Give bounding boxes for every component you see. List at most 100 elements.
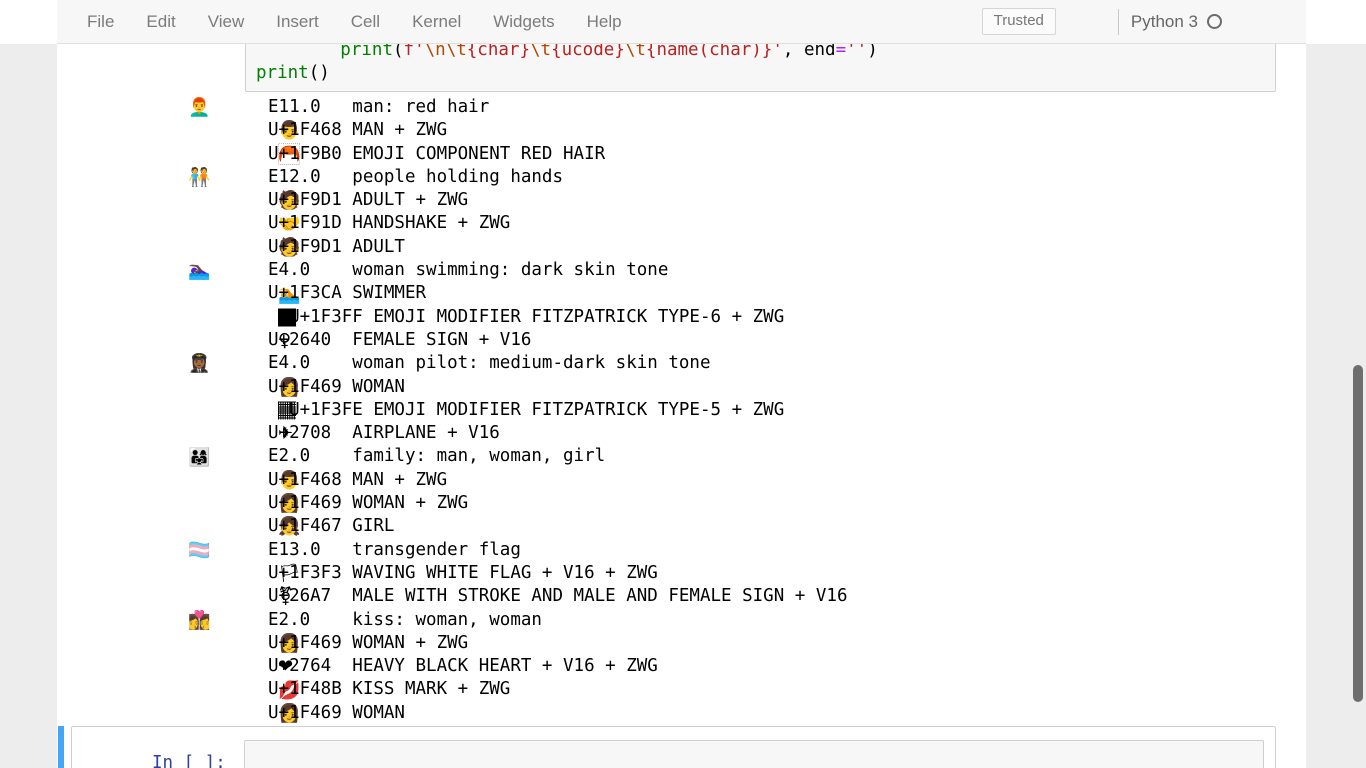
menu-item-widgets[interactable]: Widgets — [477, 7, 570, 37]
output-line: 👨U+1F468 MAN + ZWG — [188, 119, 1306, 142]
code-line-1-token-3: f' — [404, 44, 425, 60]
menu-item-help[interactable]: Help — [571, 7, 638, 37]
output-line: 🤝U+1F91D HANDSHAKE + ZWG — [188, 212, 1306, 235]
code-line-1-token-0 — [256, 44, 340, 60]
output-line: 👩U+1F469 WOMAN + ZWG — [188, 492, 1306, 515]
kiss-woman-woman-emoji: 👩‍❤️‍💋‍👩 — [188, 609, 222, 632]
code-line-1-token-4: \n — [425, 44, 446, 60]
kernel-idle-circle-icon[interactable] — [1207, 14, 1222, 29]
output-line-text: U+1F469 WOMAN — [268, 376, 405, 399]
menu-items-group: File Edit View Insert Cell Kernel Widget… — [57, 7, 638, 37]
output-line: 👩U+1F469 WOMAN — [188, 702, 1306, 725]
code-line-1-token-11: ' — [772, 44, 783, 60]
code-line-1-token-9: \t — [625, 44, 646, 60]
output-line-text: E2.0 family: man, woman, girl — [268, 445, 605, 468]
output-line-text: E2.0 kiss: woman, woman — [268, 609, 542, 632]
output-line-text: U+1F467 GIRL — [268, 515, 394, 538]
menu-item-kernel[interactable]: Kernel — [396, 7, 477, 37]
menu-bar-right-group: Trusted Python 3 — [982, 8, 1306, 35]
output-line: 👨‍🦰E11.0 man: red hair — [188, 96, 1306, 119]
output-line-text: U+1F9D1 ADULT + ZWG — [268, 189, 468, 212]
output-line-text: U+1F91D HANDSHAKE + ZWG — [268, 212, 510, 235]
output-line-text: U+1F468 MAN + ZWG — [268, 119, 447, 142]
code-line-1-token-13: = — [836, 44, 847, 60]
menu-item-insert[interactable]: Insert — [260, 7, 335, 37]
output-line-text: U+2708 AIRPLANE + V16 — [268, 422, 500, 445]
code-input-editor[interactable] — [244, 740, 1264, 768]
output-line-text: U+1F9B0 EMOJI COMPONENT RED HAIR — [268, 143, 605, 166]
menu-item-edit[interactable]: Edit — [130, 7, 191, 37]
woman-pilot-medium-dark-skin-emoji: 👩🏾‍✈️ — [188, 352, 222, 375]
output-line-text: U+1F9D1 ADULT — [268, 236, 405, 259]
output-line: 👩U+1F469 WOMAN + ZWG — [188, 632, 1306, 655]
output-line: 👨U+1F468 MAN + ZWG — [188, 469, 1306, 492]
output-line-text: E4.0 woman swimming: dark skin tone — [268, 259, 668, 282]
menu-item-file[interactable]: File — [71, 7, 130, 37]
output-line-text: E4.0 woman pilot: medium-dark skin tone — [268, 352, 711, 375]
output-line-text: U+1F468 MAN + ZWG — [268, 469, 447, 492]
output-line-text: U+1F3FF EMOJI MODIFIER FITZPATRICK TYPE-… — [268, 306, 784, 329]
output-line-text: U+2764 HEAVY BLACK HEART + V16 + ZWG — [268, 655, 658, 678]
output-line-text: U+1F469 WOMAN + ZWG — [268, 632, 468, 655]
menu-item-cell[interactable]: Cell — [335, 7, 396, 37]
code-line-1-token-1: print — [340, 44, 393, 60]
input-prompt-label: In [ ]: — [152, 753, 226, 768]
output-line: 👩‍❤️‍💋‍👩 E2.0 kiss: woman, woman — [188, 609, 1306, 632]
code-line-2-token-0: print — [256, 63, 309, 83]
code-line-1-token-12: , end — [783, 44, 836, 60]
output-line: 💋U+1F48B KISS MARK + ZWG — [188, 678, 1306, 701]
output-line-text: U+26A7 MALE WITH STROKE AND MALE AND FEM… — [268, 585, 847, 608]
left-gutter — [0, 44, 57, 768]
woman-swimming-dark-skin-emoji: 🏊🏿‍♀️ — [188, 259, 222, 282]
output-line: 🧑U+1F9D1 ADULT + ZWG — [188, 189, 1306, 212]
code-line-1-token-7: \t — [530, 44, 551, 60]
output-line-text: E12.0 people holding hands — [268, 166, 563, 189]
output-line: 👩🏾‍✈️ E4.0 woman pilot: medium-dark skin … — [188, 352, 1306, 375]
output-line: ✈U+2708 AIRPLANE + V16 — [188, 422, 1306, 445]
family-man-woman-girl-emoji: 👨‍👩‍👧 — [188, 446, 222, 469]
output-line-text: U+1F48B KISS MARK + ZWG — [268, 678, 510, 701]
code-cell-scrolled[interactable]: print(f'\n\t{char}\t{ucode}\t{name(char)… — [245, 44, 1276, 92]
code-line-1: print(f'\n\t{char}\t{ucode}\t{name(char)… — [246, 44, 1275, 62]
output-line-text: E11.0 man: red hair — [268, 96, 489, 119]
code-line-1-token-15: ) — [867, 44, 878, 60]
output-line: 👨‍👩‍👧 E2.0 family: man, woman, girl — [188, 445, 1306, 468]
output-line: 🧑U+1F9D1 ADULT — [188, 236, 1306, 259]
people-holding-hands-emoji: 🧑‍🤝‍🧑 — [188, 166, 222, 189]
notebook-body: print(f'\n\t{char}\t{ucode}\t{name(char)… — [57, 44, 1306, 768]
output-line-text: U+1F3FE EMOJI MODIFIER FITZPATRICK TYPE-… — [268, 399, 784, 422]
trusted-badge[interactable]: Trusted — [982, 8, 1056, 35]
output-line: 🏳U+1F3F3 WAVING WHITE FLAG + V16 + ZWG — [188, 562, 1306, 585]
output-line: 🦰U+1F9B0 EMOJI COMPONENT RED HAIR — [188, 143, 1306, 166]
output-line: 🏿 U+1F3FF EMOJI MODIFIER FITZPATRICK TYP… — [188, 306, 1306, 329]
menu-bar: File Edit View Insert Cell Kernel Widget… — [57, 0, 1306, 44]
vertical-scrollbar-thumb[interactable] — [1353, 365, 1363, 702]
code-line-1-token-8: {ucode} — [551, 44, 625, 60]
code-line-1-token-10: {name(char)} — [646, 44, 772, 60]
code-line-1-token-6: {char} — [467, 44, 530, 60]
jupyter-notebook-app: File Edit View Insert Cell Kernel Widget… — [0, 0, 1366, 768]
output-line: ⚧U+26A7 MALE WITH STROKE AND MALE AND FE… — [188, 585, 1306, 608]
output-line-text: U+2640 FEMALE SIGN + V16 — [268, 329, 531, 352]
code-line-1-token-2: ( — [393, 44, 404, 60]
output-line: 🏳️‍⚧️E13.0 transgender flag — [188, 539, 1306, 562]
code-line-2-token-1: () — [309, 63, 330, 83]
code-line-2: print() — [246, 62, 1275, 85]
output-line: ♀U+2640 FEMALE SIGN + V16 — [188, 329, 1306, 352]
output-line: 🏊U+1F3CA SWIMMER — [188, 282, 1306, 305]
menu-item-view[interactable]: View — [192, 7, 261, 37]
output-line-text: U+1F469 WOMAN — [268, 702, 405, 725]
output-line: 🏊🏿‍♀️ E4.0 woman swimming: dark skin tone — [188, 259, 1306, 282]
output-line-text: E13.0 transgender flag — [268, 539, 521, 562]
kernel-separator — [1118, 9, 1119, 35]
output-line-text: U+1F3CA SWIMMER — [268, 282, 426, 305]
output-line: ❤U+2764 HEAVY BLACK HEART + V16 + ZWG — [188, 655, 1306, 678]
code-cell-empty[interactable]: In [ ]: — [71, 726, 1276, 768]
code-line-1-token-5: \t — [446, 44, 467, 60]
top-left-spacer — [0, 0, 57, 44]
output-line-text: U+1F3F3 WAVING WHITE FLAG + V16 + ZWG — [268, 562, 658, 585]
code-line-1-token-14: '' — [846, 44, 867, 60]
output-line: 👧U+1F467 GIRL — [188, 515, 1306, 538]
kernel-name-label: Python 3 — [1131, 12, 1198, 32]
cell-output-stream: 👨‍🦰E11.0 man: red hair👨U+1F468 MAN + ZWG… — [57, 96, 1306, 725]
